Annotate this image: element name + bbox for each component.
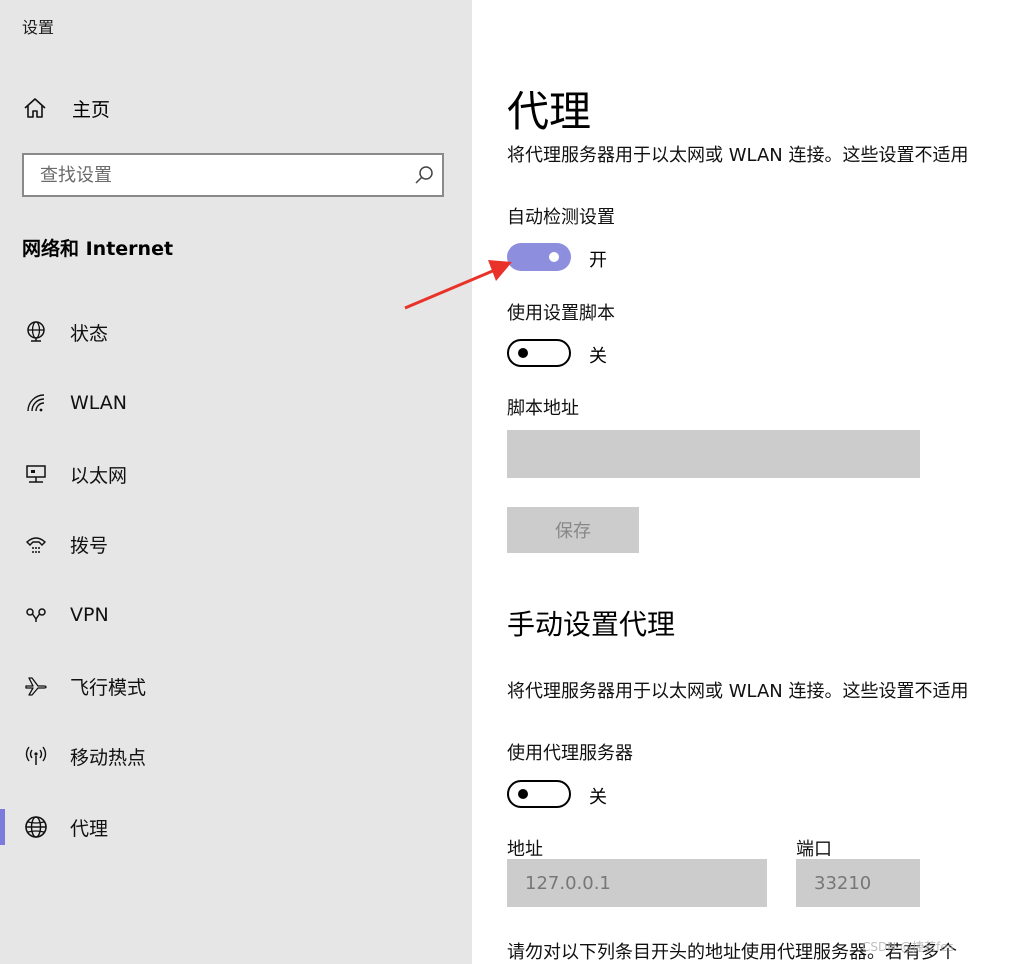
annotation-arrow (404, 260, 512, 310)
